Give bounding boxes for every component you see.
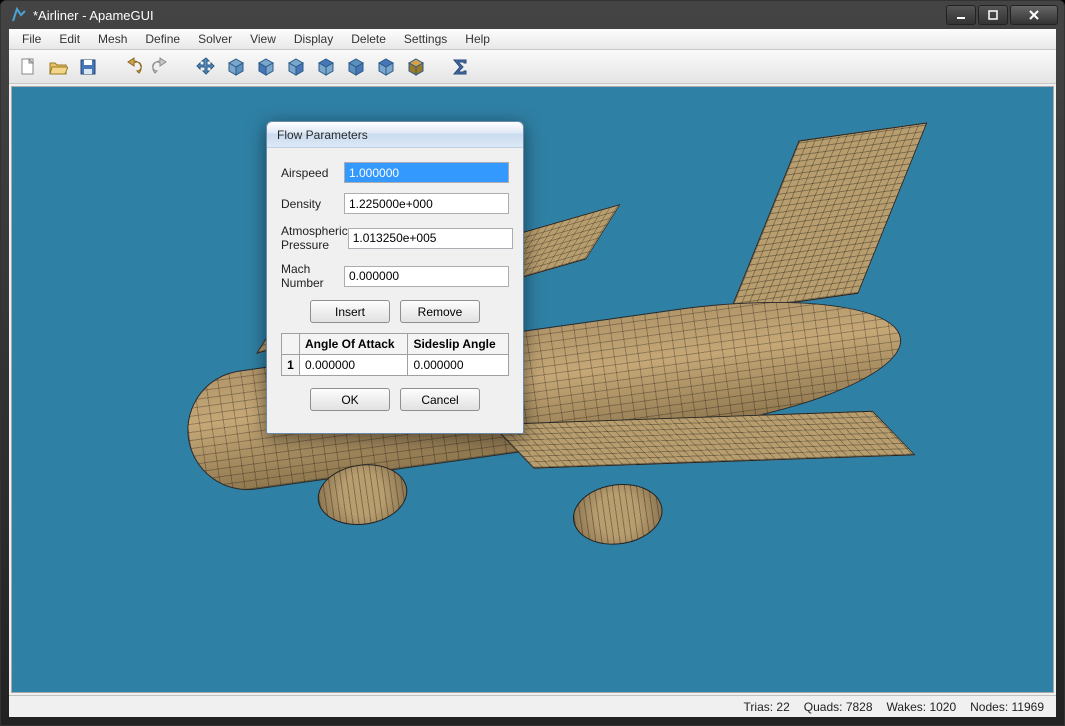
menu-mesh[interactable]: Mesh (89, 30, 136, 48)
close-button[interactable] (1010, 5, 1058, 25)
flow-parameters-dialog: Flow Parameters Airspeed Density Atmosph… (266, 121, 524, 434)
status-wakes: Wakes: 1020 (887, 700, 957, 714)
move-icon[interactable] (193, 54, 219, 80)
insert-button[interactable]: Insert (310, 300, 390, 323)
menu-settings[interactable]: Settings (395, 30, 456, 48)
app-icon (11, 7, 27, 23)
view-iso-icon[interactable] (223, 54, 249, 80)
toolbar (9, 50, 1056, 84)
mach-label: Mach Number (281, 262, 344, 290)
menu-solver[interactable]: Solver (189, 30, 241, 48)
undo-icon[interactable] (119, 54, 145, 80)
status-trias: Trias: 22 (744, 700, 790, 714)
view-bottom-icon[interactable] (403, 54, 429, 80)
density-label: Density (281, 197, 344, 211)
statusbar: Trias: 22 Quads: 7828 Wakes: 1020 Nodes:… (9, 695, 1056, 717)
menu-edit[interactable]: Edit (50, 30, 89, 48)
titlebar[interactable]: *Airliner - ApameGUI (1, 1, 1064, 29)
redo-icon[interactable] (149, 54, 175, 80)
client-area: File Edit Mesh Define Solver View Displa… (9, 29, 1056, 717)
dialog-title: Flow Parameters (277, 128, 368, 142)
window-title: *Airliner - ApameGUI (33, 8, 946, 23)
menu-view[interactable]: View (241, 30, 285, 48)
airspeed-input[interactable] (344, 162, 509, 183)
pressure-input[interactable] (348, 228, 513, 249)
menubar: File Edit Mesh Define Solver View Displa… (9, 29, 1056, 50)
dialog-titlebar[interactable]: Flow Parameters (267, 122, 523, 148)
view-right-icon[interactable] (343, 54, 369, 80)
mach-input[interactable] (344, 266, 509, 287)
menu-delete[interactable]: Delete (342, 30, 395, 48)
menu-display[interactable]: Display (285, 30, 342, 48)
save-file-icon[interactable] (75, 54, 101, 80)
main-window: *Airliner - ApameGUI File Edit Mesh Defi… (0, 0, 1065, 726)
view-back-icon[interactable] (283, 54, 309, 80)
sigma-icon[interactable] (447, 54, 473, 80)
status-nodes: Nodes: 11969 (970, 700, 1044, 714)
view-top-icon[interactable] (373, 54, 399, 80)
new-file-icon[interactable] (15, 54, 41, 80)
table-header-sideslip[interactable]: Sideslip Angle (408, 334, 509, 355)
cancel-button[interactable]: Cancel (400, 388, 480, 411)
table-cell-aoa[interactable]: 0.000000 (300, 355, 408, 376)
aircraft-mesh (129, 192, 977, 564)
ok-button[interactable]: OK (310, 388, 390, 411)
table-header-aoa[interactable]: Angle Of Attack (300, 334, 408, 355)
table-cell-sideslip[interactable]: 0.000000 (408, 355, 509, 376)
maximize-button[interactable] (978, 5, 1008, 25)
remove-button[interactable]: Remove (400, 300, 480, 323)
table-rownum: 1 (282, 355, 300, 376)
table-corner (282, 334, 300, 355)
menu-help[interactable]: Help (456, 30, 499, 48)
view-left-icon[interactable] (313, 54, 339, 80)
menu-define[interactable]: Define (136, 30, 189, 48)
viewport-3d[interactable] (11, 86, 1054, 693)
menu-file[interactable]: File (13, 30, 50, 48)
density-input[interactable] (344, 193, 509, 214)
view-front-icon[interactable] (253, 54, 279, 80)
minimize-button[interactable] (946, 5, 976, 25)
table-row[interactable]: 1 0.000000 0.000000 (282, 355, 509, 376)
status-quads: Quads: 7828 (804, 700, 873, 714)
pressure-label: Atmospheric Pressure (281, 224, 348, 252)
angles-table[interactable]: Angle Of Attack Sideslip Angle 1 0.00000… (281, 333, 509, 376)
open-file-icon[interactable] (45, 54, 71, 80)
airspeed-label: Airspeed (281, 166, 344, 180)
